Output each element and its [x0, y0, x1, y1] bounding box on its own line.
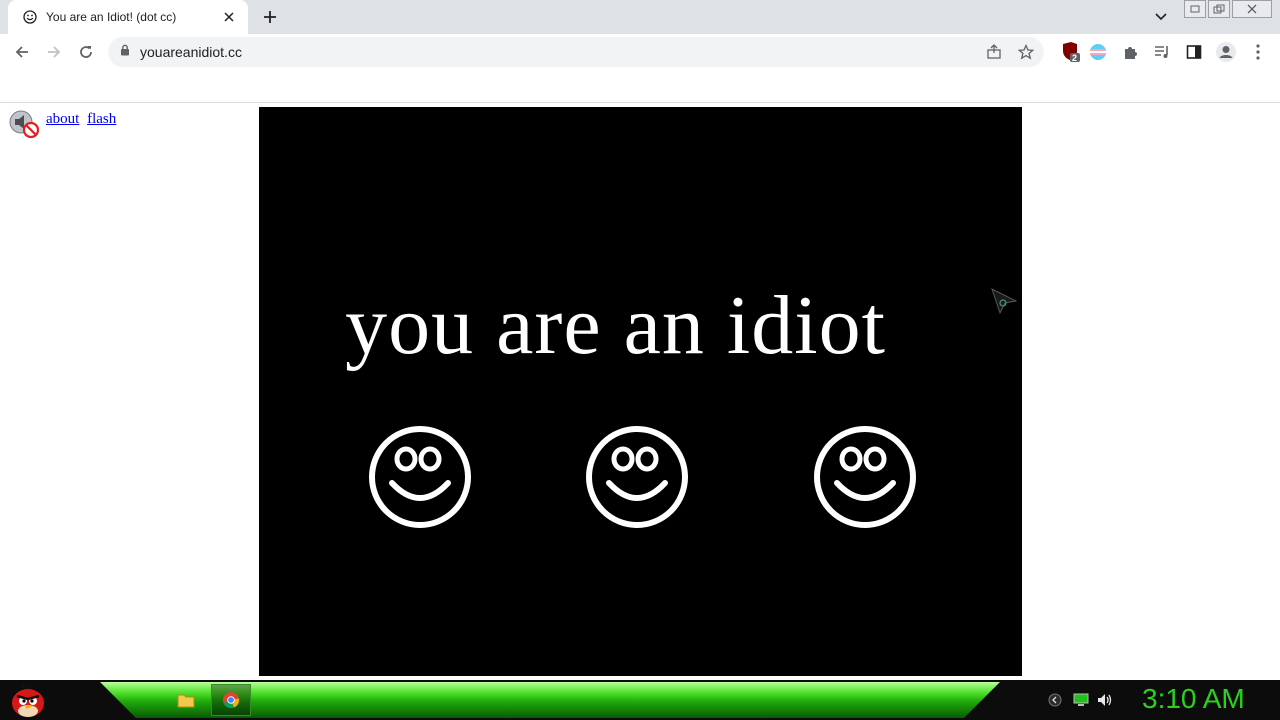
- page-links: about flash: [46, 111, 120, 128]
- angry-bird-icon[interactable]: [8, 681, 48, 719]
- idiot-stage: you are an idiot: [259, 107, 1022, 676]
- side-panel-icon[interactable]: [1180, 38, 1208, 66]
- smiley-face-icon: [369, 426, 471, 528]
- restore-button[interactable]: [1208, 0, 1230, 18]
- chevron-left-icon[interactable]: [1046, 692, 1064, 708]
- url-text: youareanidiot.cc: [140, 44, 242, 60]
- smiley-face-icon: [814, 426, 916, 528]
- flash-link[interactable]: flash: [87, 111, 116, 127]
- smiley-face-icon: [586, 426, 688, 528]
- taskbar-clock[interactable]: 3:10 AM: [1142, 683, 1245, 715]
- star-icon[interactable]: [1016, 42, 1036, 62]
- media-control-icon[interactable]: [1148, 38, 1176, 66]
- profile-avatar-icon[interactable]: [1212, 38, 1240, 66]
- mouse-cursor-icon: [991, 288, 1018, 315]
- sound-muted-icon[interactable]: [8, 109, 40, 139]
- smiley-icon: [22, 9, 38, 25]
- share-icon[interactable]: [984, 42, 1004, 62]
- chevron-down-icon[interactable]: [1150, 6, 1172, 28]
- file-explorer-icon[interactable]: [166, 684, 206, 716]
- puzzle-icon[interactable]: [1116, 38, 1144, 66]
- tab-title: You are an Idiot! (dot cc): [46, 10, 177, 24]
- browser-toolbar: youareanidiot.cc 2: [0, 34, 1280, 70]
- extension-badge: 2: [1072, 53, 1078, 63]
- about-link[interactable]: about: [46, 111, 79, 127]
- reload-icon[interactable]: [72, 38, 100, 66]
- tab-strip: You are an Idiot! (dot cc): [0, 0, 1280, 34]
- back-arrow-icon[interactable]: [8, 38, 36, 66]
- close-icon[interactable]: [220, 8, 238, 26]
- ublock-extension-icon[interactable]: 2: [1056, 38, 1084, 66]
- new-tab-button[interactable]: [258, 5, 282, 29]
- browser-tab[interactable]: You are an Idiot! (dot cc): [8, 0, 248, 34]
- taskbar: 3:10 AM: [0, 680, 1280, 720]
- forward-arrow-icon[interactable]: [40, 38, 68, 66]
- toolbar-divider: [0, 102, 1280, 103]
- minimize-button[interactable]: [1184, 0, 1206, 18]
- flag-extension-icon[interactable]: [1084, 38, 1112, 66]
- network-icon[interactable]: [1072, 692, 1090, 708]
- address-bar[interactable]: youareanidiot.cc: [108, 37, 1044, 67]
- chrome-icon[interactable]: [211, 684, 251, 716]
- lock-icon[interactable]: [120, 43, 130, 61]
- volume-icon[interactable]: [1096, 692, 1114, 708]
- menu-kebab-icon[interactable]: [1244, 38, 1272, 66]
- headline-text: you are an idiot: [345, 279, 886, 372]
- window-close-button[interactable]: [1232, 0, 1272, 18]
